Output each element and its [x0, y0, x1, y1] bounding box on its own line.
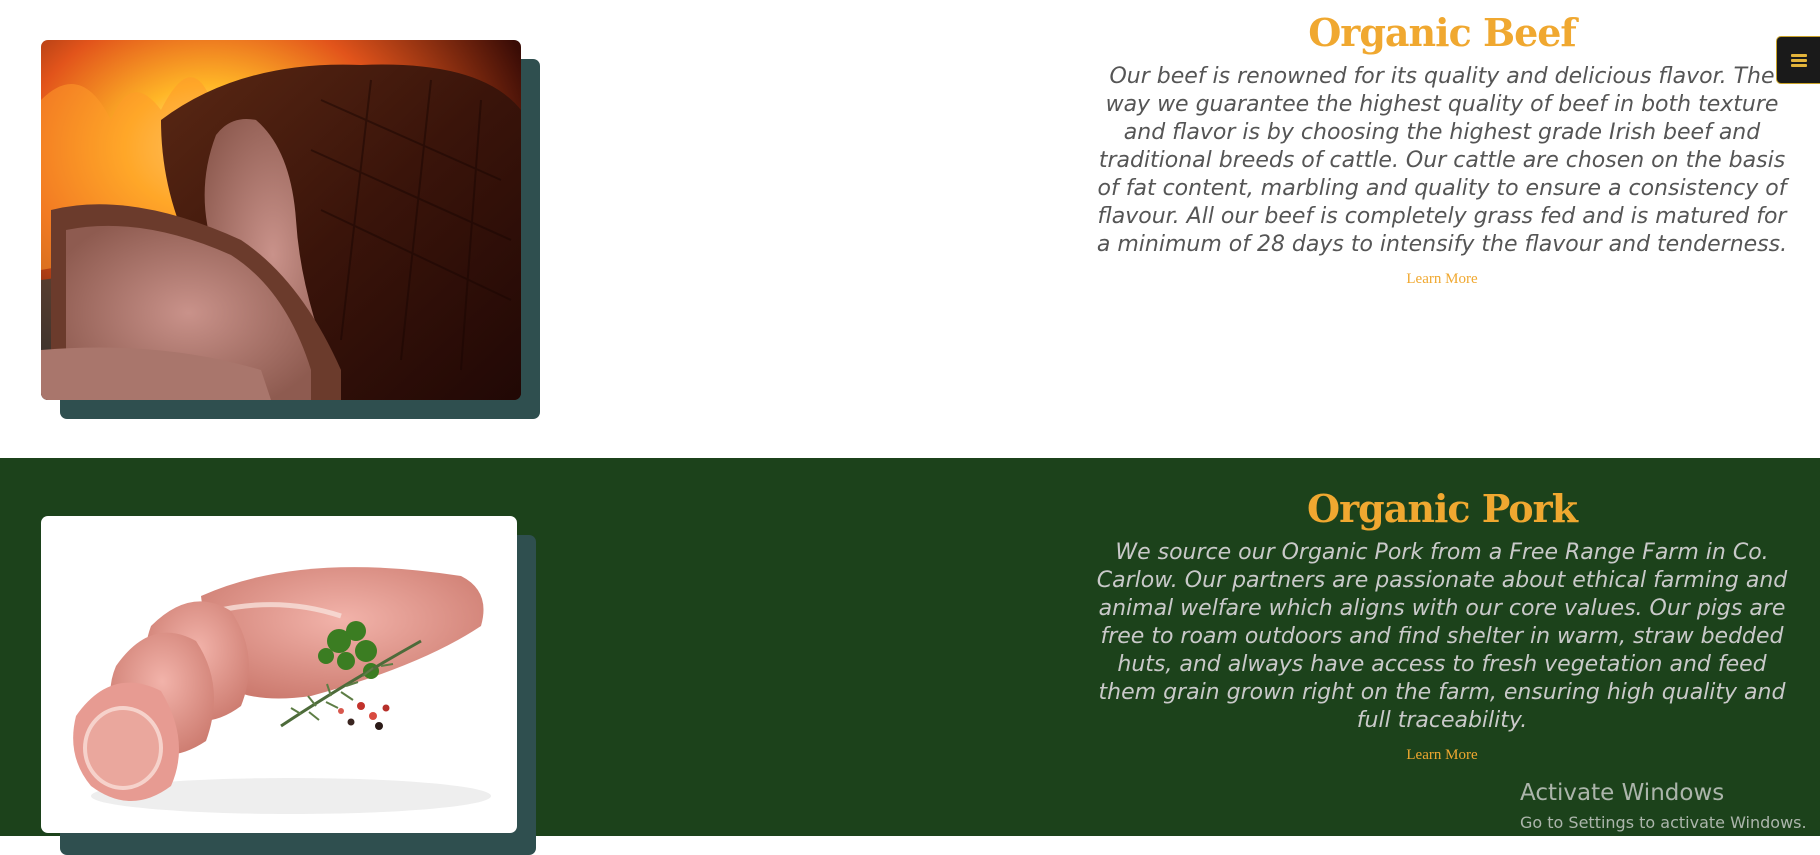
watermark-title: Activate Windows: [1520, 780, 1725, 806]
pork-text-column: Organic Pork We source our Organic Pork …: [1090, 486, 1794, 764]
beef-image-block: [41, 40, 541, 420]
section-title: Organic Beef: [1308, 10, 1577, 55]
section-title: Organic Pork: [1307, 486, 1578, 531]
beef-text-column: Organic Beef Our beef is renowned for it…: [1090, 10, 1794, 288]
learn-more-link[interactable]: Learn More: [1406, 271, 1477, 288]
organic-beef-section: Organic Beef Our beef is renowned for it…: [0, 0, 1820, 458]
pork-image-block: [41, 516, 537, 855]
section-description: Our beef is renowned for its quality and…: [1096, 64, 1788, 257]
hamburger-menu-icon: [1790, 53, 1807, 67]
menu-toggle-button[interactable]: [1776, 36, 1820, 84]
section-description: We source our Organic Pork from a Free R…: [1096, 540, 1788, 733]
learn-more-link[interactable]: Learn More: [1406, 747, 1477, 764]
watermark-subtitle: Go to Settings to activate Windows.: [1520, 813, 1807, 832]
roast-beef-image: [41, 40, 521, 400]
windows-activation-watermark: Activate Windows Go to Settings to activ…: [1520, 778, 1807, 834]
pork-tenderloin-image: [41, 516, 517, 833]
